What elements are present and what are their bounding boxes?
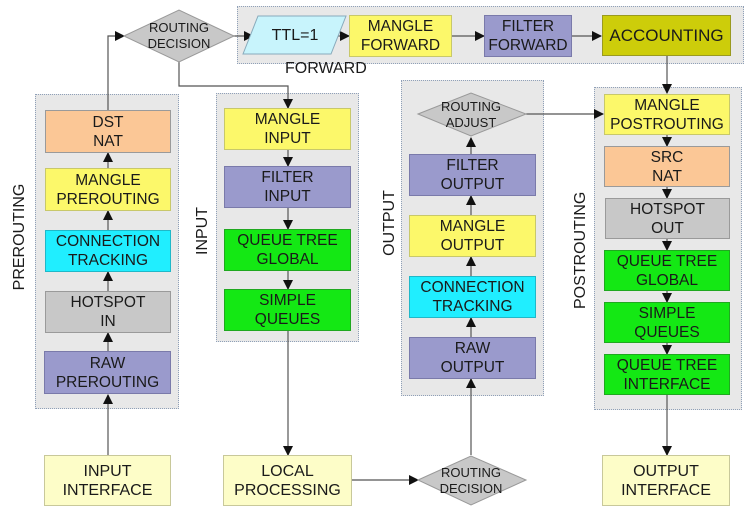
hotspot-in-box: HOTSPOT IN <box>45 291 171 333</box>
output-interface-box: OUTPUT INTERFACE <box>602 455 730 506</box>
arrow-dst-nat-to-routing-decision <box>107 31 125 110</box>
mangle-input-box: MANGLE INPUT <box>224 108 351 150</box>
queue-tree-global-input-box: QUEUE TREE GLOBAL <box>224 229 351 271</box>
mangle-forward-box: MANGLE FORWARD <box>349 15 452 57</box>
input-interface-box: INPUT INTERFACE <box>44 455 171 506</box>
filter-forward-box: FILTER FORWARD <box>484 15 572 57</box>
simple-queues-input-box: SIMPLE QUEUES <box>224 289 351 331</box>
dst-nat-box: DST NAT <box>45 110 171 153</box>
routing-decision-bottom-text: ROUTING DECISION <box>439 465 503 496</box>
mangle-postrouting-box: MANGLE POSTROUTING <box>604 94 730 135</box>
mangle-output-box: MANGLE OUTPUT <box>409 215 536 257</box>
raw-prerouting-box: RAW PREROUTING <box>44 351 171 394</box>
mangle-prerouting-box: MANGLE PREROUTING <box>45 168 171 211</box>
connection-tracking-output-box: CONNECTION TRACKING <box>409 276 536 318</box>
routing-decision-top-text: ROUTING DECISION <box>147 20 211 51</box>
filter-output-box: FILTER OUTPUT <box>409 154 536 196</box>
queue-tree-interface-box: QUEUE TREE INTERFACE <box>604 354 730 395</box>
simple-queues-postrouting-box: SIMPLE QUEUES <box>604 302 730 343</box>
connection-tracking-prerouting-box: CONNECTION TRACKING <box>45 230 171 272</box>
arrow-routing-to-mangle-input <box>178 54 293 109</box>
accounting-box: ACCOUNTING <box>602 15 731 56</box>
hotspot-out-box: HOTSPOT OUT <box>605 198 730 239</box>
raw-output-box: RAW OUTPUT <box>409 337 536 379</box>
src-nat-box: SRC NAT <box>604 146 730 187</box>
queue-tree-global-postrouting-box: QUEUE TREE GLOBAL <box>604 250 730 291</box>
local-processing-box: LOCAL PROCESSING <box>223 455 352 506</box>
filter-input-box: FILTER INPUT <box>224 166 351 208</box>
ttl-text: TTL=1 <box>271 27 319 44</box>
routing-adjust-text: ROUTING ADJUST <box>441 99 501 130</box>
